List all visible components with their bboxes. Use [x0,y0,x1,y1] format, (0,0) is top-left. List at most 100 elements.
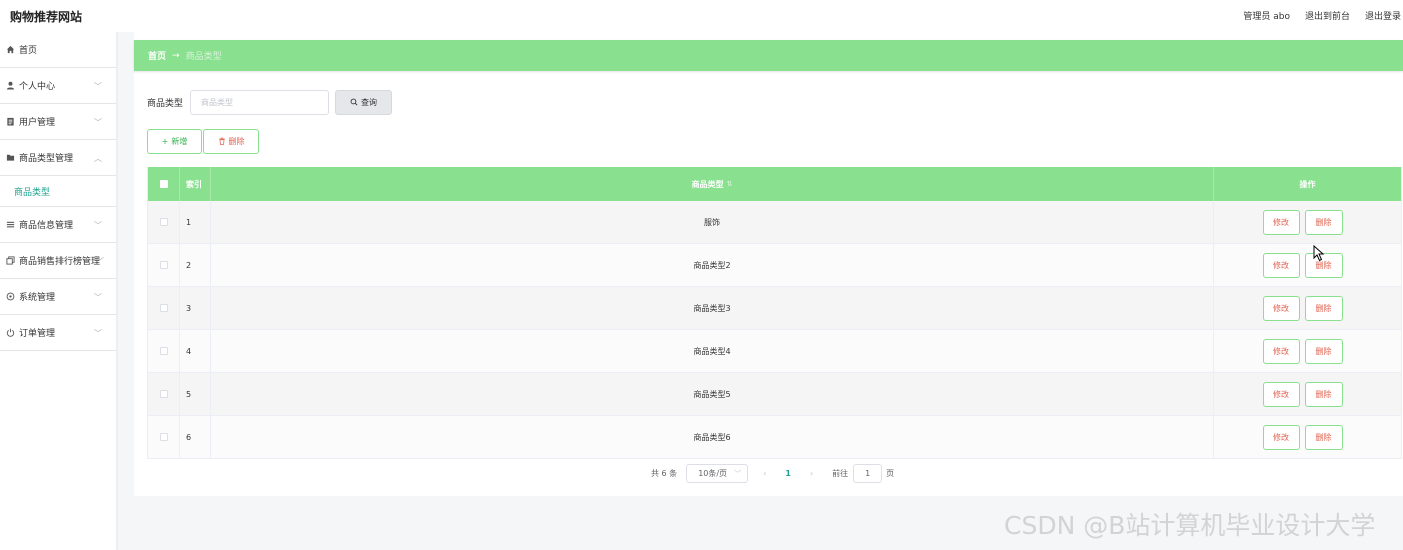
row-operation-buttons: 修改 删除 [1262,295,1343,321]
row-checkbox[interactable] [159,347,168,355]
sidebar-item-label: 商品信息管理 [19,221,74,231]
row-operation-buttons: 修改 删除 [1262,424,1343,450]
sidebar-item-label: 商品类型管理 [19,154,74,164]
edit-button[interactable]: 修改 [1262,338,1300,364]
sidebar-item-label: 用户管理 [19,118,56,128]
header-index: 索引 [180,167,211,201]
breadcrumb-home[interactable]: 首页 [148,49,166,62]
row-select-cell[interactable] [148,201,180,243]
add-button-label: 新增 [171,137,188,146]
search-input[interactable] [190,90,330,115]
clipboard-icon [5,117,15,127]
row-select-cell[interactable] [148,330,180,372]
header-type[interactable]: 商品类型 ⇅ [211,167,1214,201]
sidebar-item-label: 系统管理 [19,293,56,303]
edit-button[interactable]: 修改 [1262,424,1300,450]
sidebar-item-label: 个人中心 [19,82,56,92]
sidebar-item-order-management[interactable]: 订单管理 ﹀ [0,315,116,351]
sort-icon[interactable]: ⇅ [727,180,733,188]
sidebar-item-product-info-management[interactable]: 商品信息管理 ﹀ [0,207,116,243]
row-checkbox[interactable] [159,433,168,441]
row-operations: 修改 删除 [1214,416,1401,458]
top-right-links: 管理员 abo 退出到前台 退出登录 [1243,9,1401,22]
row-type: 商品类型4 [211,330,1214,372]
breadcrumb-separator: → [172,50,180,61]
add-button[interactable]: + 新增 [147,129,202,154]
query-button[interactable]: 查询 [335,90,393,115]
delete-button[interactable]: 删除 [1304,209,1343,235]
row-type: 商品类型6 [211,416,1214,458]
delete-button[interactable]: 删除 [1304,338,1343,364]
row-type: 服饰 [211,201,1214,243]
select-all-checkbox[interactable] [159,180,168,188]
sidebar-item-label: 商品销售排行榜管理 [19,257,101,267]
header-type-label: 商品类型 [691,179,724,189]
power-icon [5,328,15,338]
row-index: 1 [180,201,211,243]
next-page-button[interactable]: › [810,469,813,478]
row-select-cell[interactable] [148,287,180,329]
sidebar-subitem-product-type[interactable]: 商品类型 [0,176,116,207]
goto-page-input[interactable] [853,464,883,483]
row-type: 商品类型2 [211,244,1214,286]
admin-label: 管理员 abo [1243,12,1290,22]
sidebar-item-label: 首页 [19,46,38,56]
product-type-table: 索引 商品类型 ⇅ 操作 1 服饰 修改 删除 2 商品类型2 修改 删除 3 商品类型3 修改 删除… [147,167,1402,459]
delete-button[interactable]: 删除 [1304,295,1343,321]
row-operation-buttons: 修改 删除 [1262,338,1343,364]
chevron-down-icon: ﹀ [96,257,104,266]
row-operations: 修改 删除 [1214,373,1401,415]
logout-link[interactable]: 退出登录 [1365,9,1401,22]
sidebar-subitem-label: 商品类型 [14,187,51,198]
row-select-cell[interactable] [148,373,180,415]
sidebar-item-user-management[interactable]: 用户管理 ﹀ [0,104,116,140]
row-checkbox[interactable] [159,261,168,269]
back-to-front-link[interactable]: 退出到前台 [1305,9,1350,22]
chevron-down-icon: ﹀ [94,82,102,91]
row-operations: 修改 删除 [1214,201,1401,243]
table-row: 2 商品类型2 修改 删除 [148,244,1401,287]
pagination-total: 共 6 条 [651,469,678,478]
sidebar-item-product-type-management[interactable]: 商品类型管理 ︿ [0,140,116,176]
edit-button[interactable]: 修改 [1262,252,1300,278]
breadcrumb: 首页 → 商品类型 [134,40,1403,71]
table-row: 4 商品类型4 修改 删除 [148,330,1401,373]
watermark: CSDN @B站计算机毕业设计大学 [1004,511,1376,540]
row-operations: 修改 删除 [1214,287,1401,329]
row-operations: 修改 删除 [1214,330,1401,372]
site-title: 购物推荐网站 [10,10,83,24]
sidebar-item-system-management[interactable]: 系统管理 ﹀ [0,279,116,315]
search-icon [350,98,358,108]
action-bar: + 新增 删除 [147,129,259,154]
row-checkbox[interactable] [159,304,168,312]
row-select-cell[interactable] [148,244,180,286]
page-size-value: 10条/页 [698,469,728,478]
pagination: 共 6 条 10条/页 ﹀ ‹ 1 › 前往 页 [651,464,894,483]
prev-page-button[interactable]: ‹ [763,469,766,478]
chevron-down-icon: ﹀ [94,221,102,230]
home-icon [5,45,15,55]
sidebar-item-sales-ranking-management[interactable]: 商品销售排行榜管理 ﹀ [0,243,116,279]
row-checkbox[interactable] [159,218,168,226]
row-type: 商品类型5 [211,373,1214,415]
sidebar-item-home[interactable]: 首页 [0,32,116,68]
sidebar-item-personal-center[interactable]: 个人中心 ﹀ [0,68,116,104]
row-select-cell[interactable] [148,416,180,458]
row-checkbox[interactable] [159,390,168,398]
delete-button[interactable]: 删除 [1304,381,1343,407]
page-size-select[interactable]: 10条/页 ﹀ [686,464,749,483]
edit-button[interactable]: 修改 [1262,209,1300,235]
page-number-current[interactable]: 1 [785,469,791,478]
sidebar: 首页 个人中心 ﹀ 用户管理 ﹀ 商品类型管理 ︿ 商品类型 商品信息管理 ﹀ [0,32,116,550]
header-select-all[interactable] [148,167,180,201]
edit-button[interactable]: 修改 [1262,381,1300,407]
table-row: 1 服饰 修改 删除 [148,201,1401,244]
copy-icon [5,256,15,266]
sidebar-item-label: 订单管理 [19,329,56,339]
row-index: 6 [180,416,211,458]
breadcrumb-current: 商品类型 [185,52,222,62]
chevron-down-icon: ﹀ [734,470,742,478]
delete-button[interactable]: 删除 [1304,424,1343,450]
batch-delete-button[interactable]: 删除 [203,129,259,154]
edit-button[interactable]: 修改 [1262,295,1300,321]
